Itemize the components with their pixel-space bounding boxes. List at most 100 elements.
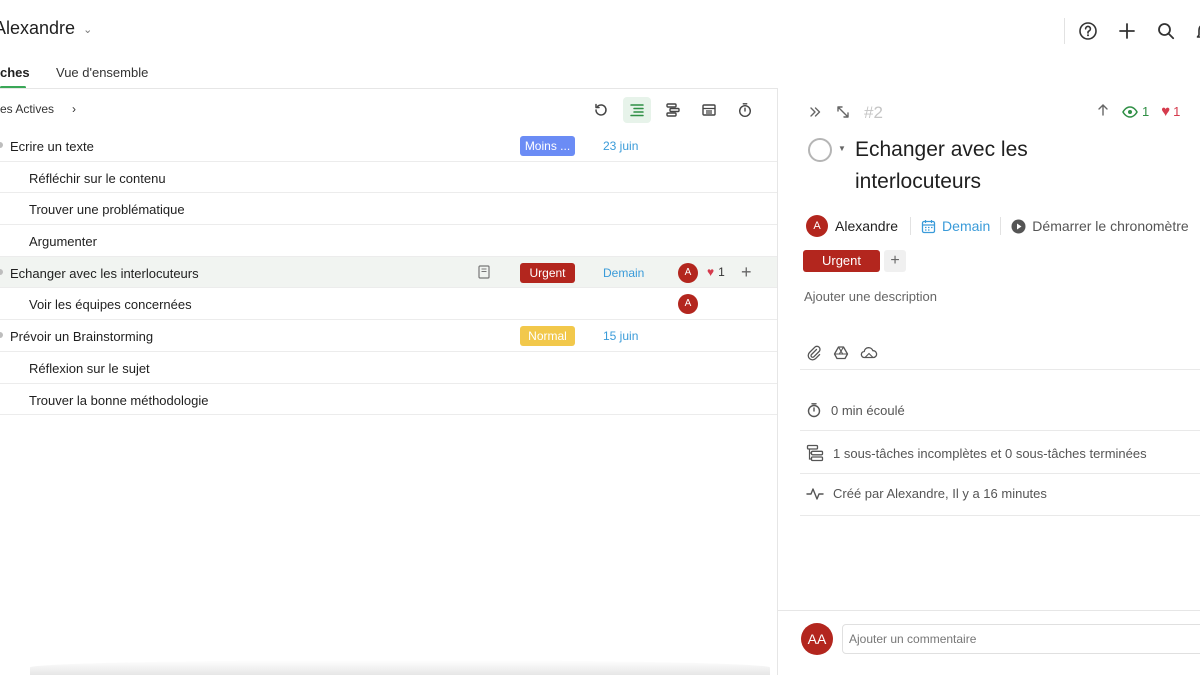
- eye-icon: [1122, 105, 1138, 118]
- expand-icon[interactable]: [836, 105, 850, 122]
- activity-icon: [806, 487, 824, 500]
- task-number: #2: [864, 103, 883, 122]
- likes[interactable]: ♥ 1: [707, 265, 725, 279]
- task-detail-panel: #2 1 ♥ 1 ▼ Echanger avec les interlocute…: [778, 89, 1200, 675]
- subtask-name[interactable]: Argumenter: [29, 234, 97, 249]
- divider: [800, 473, 1200, 474]
- timer-icon[interactable]: [731, 97, 759, 123]
- workspace-user-selector[interactable]: Alexandre ⌄: [0, 18, 92, 39]
- task-row[interactable]: Voir les équipes concernées A: [0, 288, 778, 321]
- add-icon[interactable]: +: [741, 262, 752, 283]
- tab-overview[interactable]: Vue d'ensemble: [56, 65, 148, 80]
- elapsed-time: 0 min écoulé: [831, 402, 905, 418]
- heart-icon: ♥: [707, 264, 715, 279]
- paperclip-icon[interactable]: [806, 345, 822, 366]
- google-drive-icon[interactable]: [833, 345, 849, 366]
- due-date[interactable]: 15 juin: [603, 329, 638, 343]
- priority-badge[interactable]: Normal: [520, 326, 575, 347]
- divider: [910, 217, 912, 235]
- bottom-shadow: [30, 660, 770, 675]
- subtask-name[interactable]: Voir les équipes concernées: [29, 297, 192, 312]
- subtasks-summary-text: 1 sous-tâches incomplètes et 0 sous-tâch…: [833, 445, 1147, 461]
- assignee-name[interactable]: Alexandre: [835, 218, 898, 234]
- comment-input[interactable]: [842, 624, 1200, 654]
- complete-task-checkbox[interactable]: [808, 138, 832, 162]
- top-actions: [1064, 18, 1200, 44]
- watchers-count: 1: [1142, 104, 1150, 119]
- task-bullet: [0, 268, 3, 275]
- assignee-avatar[interactable]: A: [678, 262, 698, 283]
- detail-header-actions: 1 ♥ 1: [1096, 103, 1180, 120]
- timer-label: Démarrer le chronomètre: [1032, 218, 1189, 234]
- task-name[interactable]: Prévoir un Brainstorming: [10, 329, 153, 344]
- plus-icon[interactable]: [1116, 20, 1138, 42]
- activity-log: Créé par Alexandre, Il y a 16 minutes: [806, 486, 1047, 501]
- task-row[interactable]: Trouver une problématique: [0, 193, 778, 226]
- due-date-picker[interactable]: Demain: [921, 218, 990, 234]
- table-view-icon[interactable]: [695, 97, 723, 123]
- subtask-name[interactable]: Réfléchir sur le contenu: [29, 171, 166, 186]
- task-row[interactable]: Réflexion sur le sujet: [0, 352, 778, 384]
- collapse-panel-icon[interactable]: [808, 105, 822, 122]
- task-row[interactable]: Ecrire un texte Moins ... 23 juin: [0, 130, 778, 162]
- tab-tasks[interactable]: ches: [0, 65, 30, 80]
- priority-badge[interactable]: Moins ...: [520, 136, 575, 156]
- start-timer-button[interactable]: Démarrer le chronomètre: [1011, 218, 1189, 234]
- priority-badge[interactable]: Urgent: [520, 262, 575, 283]
- attachment-actions: [806, 345, 878, 366]
- subtasks-summary[interactable]: 1 sous-tâches incomplètes et 0 sous-tâch…: [806, 444, 1147, 462]
- subtasks-icon: [806, 444, 824, 462]
- assignee-avatar[interactable]: A: [806, 215, 828, 237]
- task-row[interactable]: Réfléchir sur le contenu: [0, 162, 778, 194]
- calendar-icon: [921, 219, 936, 233]
- arrow-up-icon[interactable]: [1096, 103, 1110, 120]
- bell-icon[interactable]: [1194, 20, 1200, 42]
- divider: [800, 369, 1200, 370]
- task-row[interactable]: Prévoir un Brainstorming Normal 15 juin: [0, 320, 778, 352]
- divider: [1000, 217, 1002, 235]
- likes-count: 1: [1173, 104, 1181, 119]
- subtask-name[interactable]: Trouver une problématique: [29, 202, 185, 217]
- filter-label: es Actives: [0, 102, 55, 116]
- active-filter[interactable]: es Actives ›: [0, 102, 76, 116]
- divider: [1064, 18, 1065, 44]
- subtasks-view-icon[interactable]: [659, 97, 687, 123]
- description-icon: [477, 265, 491, 282]
- description-field[interactable]: Ajouter une description: [804, 289, 937, 304]
- task-row[interactable]: Trouver la bonne méthodologie: [0, 384, 778, 416]
- task-title[interactable]: Echanger avec les interlocuteurs: [855, 134, 1115, 198]
- task-row-selected[interactable]: Echanger avec les interlocuteurs Urgent …: [0, 256, 778, 289]
- heart-icon: ♥: [1161, 103, 1171, 120]
- add-tag-button[interactable]: +: [884, 250, 906, 272]
- due-date[interactable]: Demain: [603, 266, 644, 280]
- search-icon[interactable]: [1155, 20, 1177, 42]
- top-bar: Alexandre ⌄: [0, 0, 1200, 60]
- subtask-name[interactable]: Trouver la bonne méthodologie: [29, 393, 208, 408]
- task-row[interactable]: Argumenter: [0, 225, 778, 257]
- refresh-icon[interactable]: [587, 97, 615, 123]
- cloud-storage-icon[interactable]: [860, 345, 878, 366]
- watchers[interactable]: 1: [1122, 104, 1149, 119]
- task-name[interactable]: Echanger avec les interlocuteurs: [10, 266, 199, 281]
- task-list: Ecrire un texte Moins ... 23 juin Réfléc…: [0, 130, 778, 416]
- caret-down-icon[interactable]: ▼: [838, 144, 846, 153]
- assignee-avatar[interactable]: A: [678, 294, 698, 315]
- play-icon: [1011, 219, 1026, 233]
- divider: [800, 430, 1200, 431]
- time-tracked: 0 min écoulé: [806, 402, 905, 418]
- detail-header: #2: [808, 103, 883, 123]
- task-meta: A Alexandre Demain Démarrer le chronomèt…: [806, 215, 1189, 237]
- user-name: Alexandre: [0, 18, 76, 38]
- task-name[interactable]: Ecrire un texte: [10, 139, 94, 154]
- likes[interactable]: ♥ 1: [1161, 103, 1180, 120]
- chevron-down-icon: ⌄: [83, 24, 93, 36]
- stopwatch-icon: [807, 403, 821, 418]
- comment-composer: AA: [778, 610, 1200, 675]
- due-date[interactable]: 23 juin: [603, 139, 638, 153]
- help-icon[interactable]: [1077, 20, 1099, 42]
- divider: [800, 515, 1200, 516]
- subtask-name[interactable]: Réflexion sur le sujet: [29, 361, 150, 376]
- list-view-icon[interactable]: [623, 97, 651, 123]
- chevron-right-icon: ›: [72, 102, 77, 116]
- priority-tag[interactable]: Urgent: [803, 250, 880, 272]
